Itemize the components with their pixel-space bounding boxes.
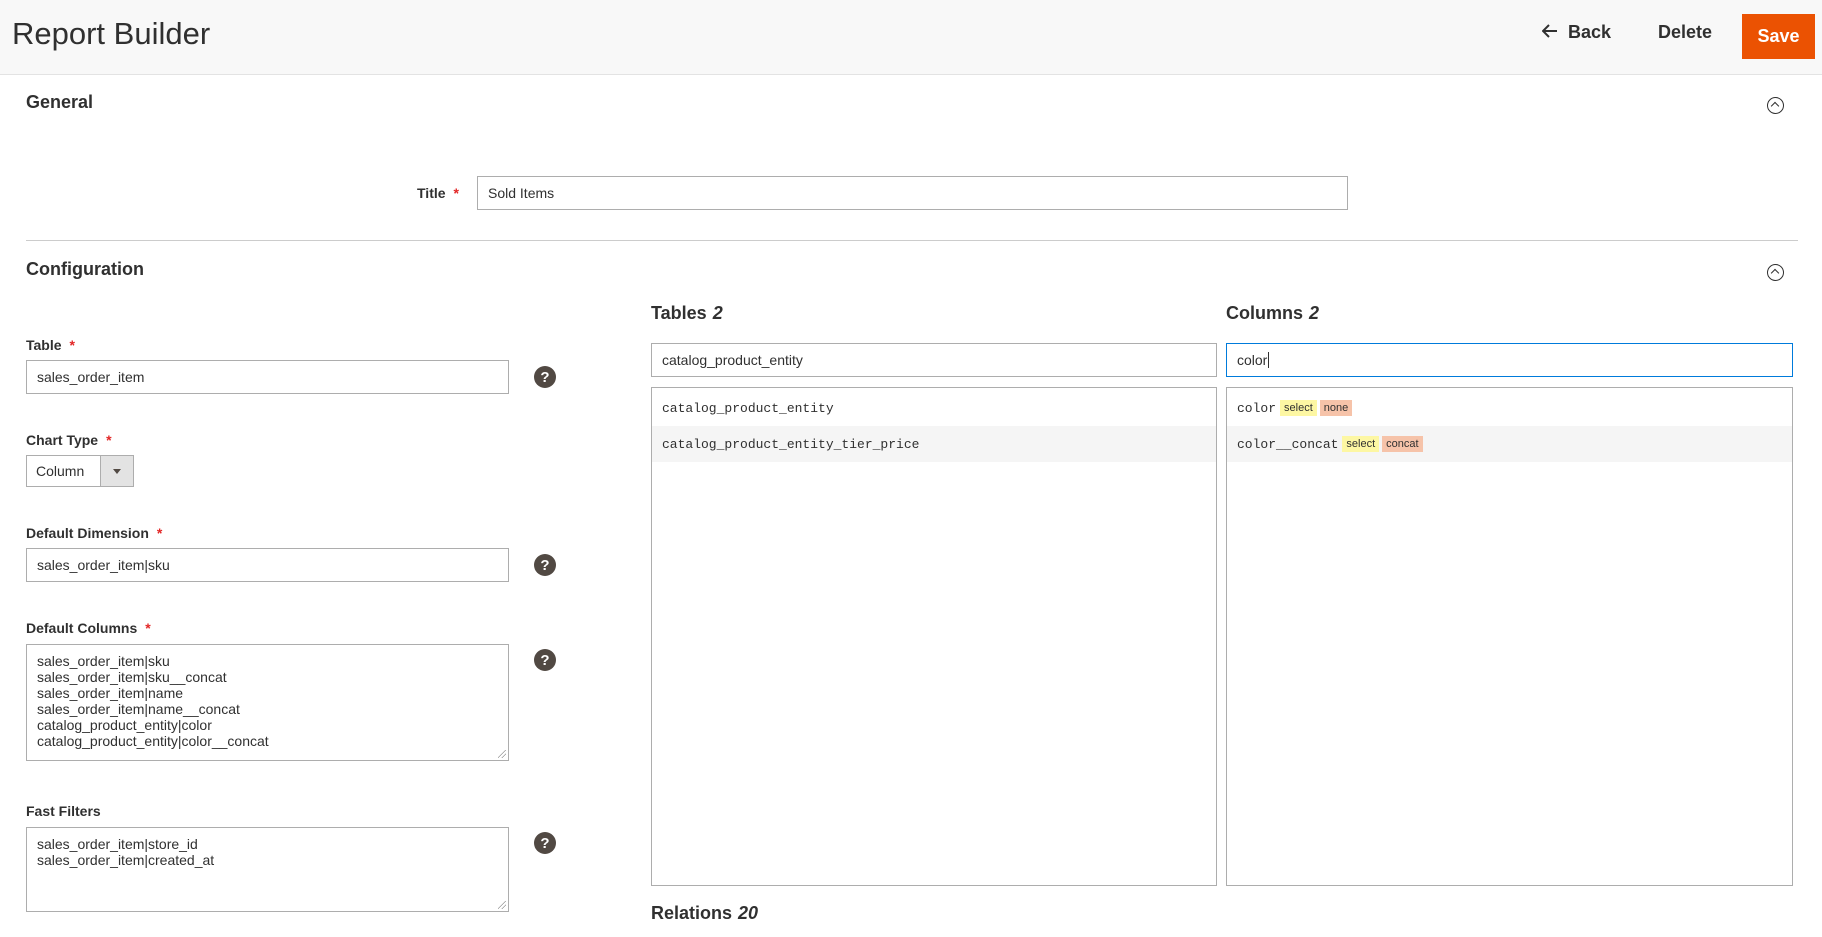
textarea-line: sales_order_item|sku__concat: [37, 669, 227, 685]
tables-search-input[interactable]: catalog_product_entity: [651, 343, 1217, 377]
delete-button[interactable]: Delete: [1658, 22, 1712, 43]
table-input-value: sales_order_item: [37, 369, 145, 385]
list-item[interactable]: catalog_product_entity: [652, 390, 1216, 426]
textarea-line: catalog_product_entity|color: [37, 717, 212, 733]
columns-panel-title: Columns 2: [1226, 303, 1320, 323]
aggregate-tag: concat: [1382, 436, 1423, 452]
general-section-title[interactable]: General: [26, 92, 93, 113]
list-item[interactable]: color__concat select concat: [1227, 426, 1792, 462]
list-item[interactable]: color select none: [1227, 390, 1792, 426]
default-columns-label: Default Columns *: [26, 620, 151, 636]
required-mark: *: [453, 185, 459, 201]
textarea-line: sales_order_item|sku: [37, 653, 170, 669]
tables-list[interactable]: catalog_product_entity catalog_product_e…: [651, 387, 1217, 886]
chart-type-select[interactable]: Column: [26, 455, 134, 487]
chevron-down-icon[interactable]: [100, 456, 133, 486]
resize-handle[interactable]: [498, 901, 506, 909]
columns-search-input[interactable]: color: [1226, 343, 1793, 377]
relations-panel-title: Relations 20: [651, 903, 759, 923]
help-icon[interactable]: ?: [534, 649, 556, 671]
list-item[interactable]: catalog_product_entity_tier_price: [652, 426, 1216, 462]
table-input[interactable]: sales_order_item: [26, 360, 509, 394]
tables-count: 2: [712, 303, 723, 323]
arrow-left-icon: [1541, 22, 1558, 43]
collapse-general-icon[interactable]: [1767, 97, 1784, 114]
title-input-value: Sold Items: [488, 185, 555, 201]
text-cursor: [1268, 352, 1270, 368]
required-mark: *: [145, 620, 151, 636]
configuration-section-title[interactable]: Configuration: [26, 259, 144, 280]
textarea-line: sales_order_item|name__concat: [37, 701, 240, 717]
help-icon[interactable]: ?: [534, 832, 556, 854]
tables-panel-title: Tables 2: [651, 303, 723, 323]
column-name: color: [1237, 400, 1277, 416]
columns-count: 2: [1309, 303, 1320, 323]
tables-search-value: catalog_product_entity: [662, 352, 803, 368]
help-icon[interactable]: ?: [534, 366, 556, 388]
save-button[interactable]: Save: [1742, 14, 1815, 59]
page-title: Report Builder: [12, 16, 211, 51]
table-field-label: Table *: [26, 337, 75, 353]
title-input[interactable]: Sold Items: [477, 176, 1348, 210]
fast-filters-label: Fast Filters: [26, 803, 101, 819]
default-dimension-input[interactable]: sales_order_item|sku: [26, 548, 509, 582]
textarea-line: sales_order_item|created_at: [37, 852, 215, 868]
back-button-label: Back: [1568, 22, 1612, 42]
section-divider: [26, 240, 1798, 241]
column-name: color__concat: [1237, 436, 1339, 452]
select-tag: select: [1342, 436, 1380, 452]
textarea-line: catalog_product_entity|color__concat: [37, 733, 269, 749]
back-button[interactable]: Back: [1541, 22, 1612, 43]
aggregate-tag: none: [1319, 400, 1353, 416]
columns-list[interactable]: color select none color__concat select c…: [1226, 387, 1793, 886]
chart-type-label: Chart Type *: [26, 432, 112, 448]
chart-type-value: Column: [36, 463, 85, 479]
required-mark: *: [156, 525, 163, 541]
title-field-label: Title *: [417, 185, 459, 201]
required-mark: *: [69, 337, 75, 353]
default-columns-textarea[interactable]: sales_order_item|sku sales_order_item|sk…: [26, 644, 509, 761]
fast-filters-textarea[interactable]: sales_order_item|store_id sales_order_it…: [26, 827, 509, 912]
collapse-configuration-icon[interactable]: [1767, 264, 1784, 281]
page-header: Report Builder Back Delete Save: [0, 0, 1822, 75]
columns-search-value: color: [1237, 352, 1268, 368]
resize-handle[interactable]: [498, 750, 506, 758]
textarea-line: sales_order_item|store_id: [37, 836, 198, 852]
required-mark: *: [106, 432, 112, 448]
help-icon[interactable]: ?: [534, 554, 556, 576]
default-dimension-label: Default Dimension *: [26, 525, 163, 541]
select-tag: select: [1280, 400, 1317, 416]
textarea-line: sales_order_item|name: [37, 685, 184, 701]
relations-count: 20: [738, 903, 759, 923]
default-dimension-value: sales_order_item|sku: [37, 557, 170, 573]
